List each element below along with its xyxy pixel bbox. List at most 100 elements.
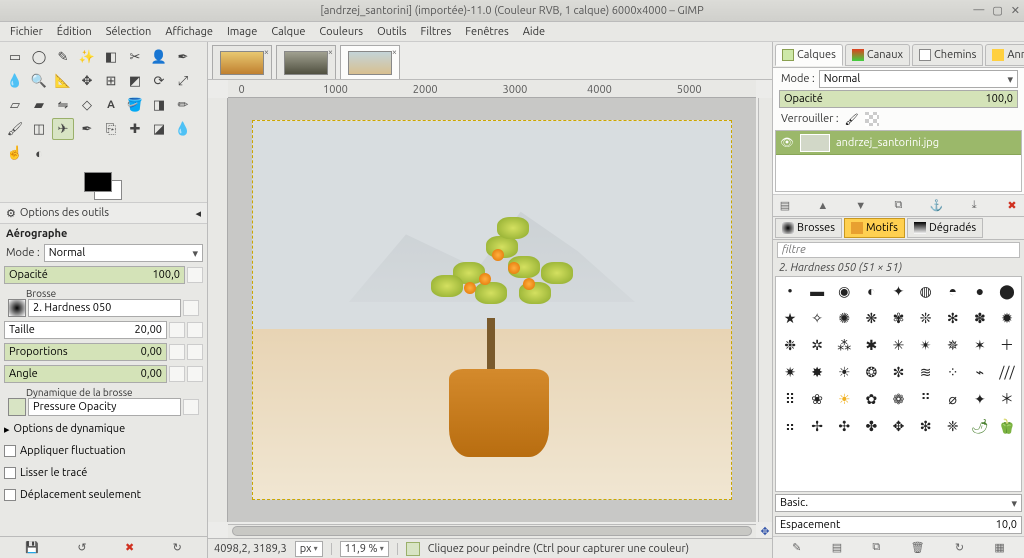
dynamics-edit-button[interactable] (183, 399, 199, 415)
color-swatches[interactable] (0, 170, 207, 202)
jitter-checkbox[interactable]: Appliquer fluctuation (4, 442, 203, 460)
tool-scale[interactable]: ⤢ (172, 70, 194, 92)
minimize-button[interactable]: — (973, 4, 984, 17)
smooth-checkbox[interactable]: Lisser le tracé (4, 464, 203, 482)
pattern-cell[interactable]: ✥ (885, 413, 911, 439)
close-tab-icon[interactable]: × (264, 47, 269, 57)
tool-color-picker[interactable]: 💧 (4, 70, 26, 92)
zoom-dropdown[interactable]: 11,9 % (340, 541, 389, 557)
pattern-cell[interactable]: 🫑 (994, 413, 1020, 439)
tool-perspective-clone[interactable]: ◪ (148, 118, 170, 140)
pattern-cell[interactable]: ⁘ (940, 359, 966, 385)
menu-select[interactable]: Sélection (100, 24, 158, 40)
brush-select[interactable]: 2. Hardness 050 (28, 299, 181, 317)
pattern-cell[interactable]: ≋ (913, 359, 939, 385)
reset-tool-icon[interactable]: ↻ (173, 541, 182, 554)
pattern-cell[interactable]: ◐ (858, 278, 884, 304)
tool-eraser[interactable]: ◫ (28, 118, 50, 140)
pattern-cell[interactable]: ✦ (885, 278, 911, 304)
tool-zoom[interactable]: 🔍 (28, 70, 50, 92)
menu-file[interactable]: Fichier (4, 24, 49, 40)
menu-layer[interactable]: Calque (265, 24, 311, 40)
dynamics-options-expander[interactable]: ▸Options de dynamique (4, 420, 203, 438)
pattern-cell[interactable]: ⠶ (777, 413, 803, 439)
new-brush-icon[interactable]: ▤ (832, 541, 842, 554)
pattern-cell[interactable]: ✴ (913, 332, 939, 358)
lower-layer-icon[interactable]: ▼ (853, 198, 869, 214)
tab-channels[interactable]: Canaux (845, 44, 910, 66)
menu-image[interactable]: Image (221, 24, 263, 40)
pattern-cell[interactable]: ✵ (940, 332, 966, 358)
brush-preview[interactable] (8, 299, 26, 317)
tool-options-tab[interactable]: ⚙ Options des outils ◂ (0, 202, 207, 224)
tool-ellipse-select[interactable]: ◯ (28, 46, 50, 68)
refresh-brushes-icon[interactable]: ↻ (955, 541, 964, 554)
nav-preview-icon[interactable]: ✥ (758, 524, 772, 538)
angle-reset-button[interactable] (169, 366, 185, 382)
ratio-link-button[interactable] (187, 344, 203, 360)
angle-link-button[interactable] (187, 366, 203, 382)
merge-down-icon[interactable]: ⤓ (966, 198, 982, 214)
fg-color-swatch[interactable] (84, 172, 112, 192)
raise-layer-icon[interactable]: ▲ (815, 198, 831, 214)
pattern-cell[interactable]: ⌁ (967, 359, 993, 385)
tab-brushes[interactable]: Brosses (775, 218, 842, 238)
image-tab-1[interactable]: × (212, 45, 272, 79)
tool-options-menu-icon[interactable]: ◂ (195, 207, 201, 220)
layer-opacity-slider[interactable]: Opacité 100,0 (779, 90, 1018, 108)
restore-preset-icon[interactable]: ↺ (77, 541, 86, 554)
pattern-cell[interactable]: ✧ (804, 305, 830, 331)
pattern-cell[interactable]: ✣ (831, 413, 857, 439)
open-as-image-icon[interactable]: ▦ (994, 541, 1004, 554)
tab-patterns[interactable]: Motifs (844, 218, 905, 238)
mode-dropdown[interactable]: Normal (44, 244, 203, 262)
canvas[interactable] (228, 98, 756, 522)
delete-brush-icon[interactable]: 🗑 (911, 541, 925, 554)
pattern-cell[interactable]: ＋ (994, 332, 1020, 358)
tool-scissors[interactable]: ✂ (124, 46, 146, 68)
pattern-cell[interactable]: ★ (777, 305, 803, 331)
tool-rotate[interactable]: ⟳ (148, 70, 170, 92)
tool-crop[interactable]: ◩ (124, 70, 146, 92)
tool-ink[interactable]: ✒ (76, 118, 98, 140)
pattern-cell[interactable]: ✷ (777, 359, 803, 385)
lock-pixels-icon[interactable]: 🖌 (845, 113, 859, 126)
brush-edit-button[interactable] (183, 300, 199, 316)
tool-bucket[interactable]: 🪣 (124, 94, 146, 116)
pattern-cell[interactable]: ❋ (858, 305, 884, 331)
tool-free-select[interactable]: ✎ (52, 46, 74, 68)
save-preset-icon[interactable]: 💾 (25, 541, 39, 554)
pattern-cell[interactable]: ✹ (994, 305, 1020, 331)
tab-undo[interactable]: Annuler (985, 44, 1024, 66)
duplicate-layer-icon[interactable]: ⧉ (890, 198, 906, 214)
pattern-cell[interactable]: ◍ (913, 278, 939, 304)
layer-name[interactable]: andrzej_santorini.jpg (836, 137, 939, 149)
menu-edit[interactable]: Édition (51, 24, 98, 40)
pattern-cell[interactable]: ✸ (804, 359, 830, 385)
pattern-cell[interactable]: 🌶 (967, 413, 993, 439)
tool-by-color[interactable]: ◧ (100, 46, 122, 68)
menu-windows[interactable]: Fenêtres (459, 24, 515, 40)
close-window-button[interactable]: ✕ (1011, 4, 1020, 17)
pattern-cell[interactable]: ❊ (913, 305, 939, 331)
pattern-cell[interactable]: ✺ (831, 305, 857, 331)
pattern-cell[interactable]: /// (994, 359, 1020, 385)
pattern-cell[interactable]: ⌀ (940, 386, 966, 412)
close-tab-icon[interactable]: × (392, 47, 397, 57)
pattern-cell[interactable]: ▬ (804, 278, 830, 304)
tool-move[interactable]: ✥ (76, 70, 98, 92)
tool-smudge[interactable]: ☝ (4, 142, 26, 164)
scrollbar-horizontal[interactable] (228, 524, 756, 538)
pattern-cell[interactable]: ❁ (885, 386, 911, 412)
pattern-cell[interactable]: ✦ (967, 386, 993, 412)
pattern-cell[interactable]: ❈ (940, 413, 966, 439)
tool-cage[interactable]: ◇ (76, 94, 98, 116)
tool-foreground[interactable]: 👤 (148, 46, 170, 68)
tool-clone[interactable]: ⎘ (100, 118, 122, 140)
menu-view[interactable]: Affichage (159, 24, 219, 40)
pattern-cell[interactable]: ❉ (777, 332, 803, 358)
pattern-cell[interactable]: ❀ (804, 386, 830, 412)
move-only-checkbox[interactable]: Déplacement seulement (4, 486, 203, 504)
tool-flip[interactable]: ⇋ (52, 94, 74, 116)
image-tab-3[interactable]: × (340, 45, 400, 79)
